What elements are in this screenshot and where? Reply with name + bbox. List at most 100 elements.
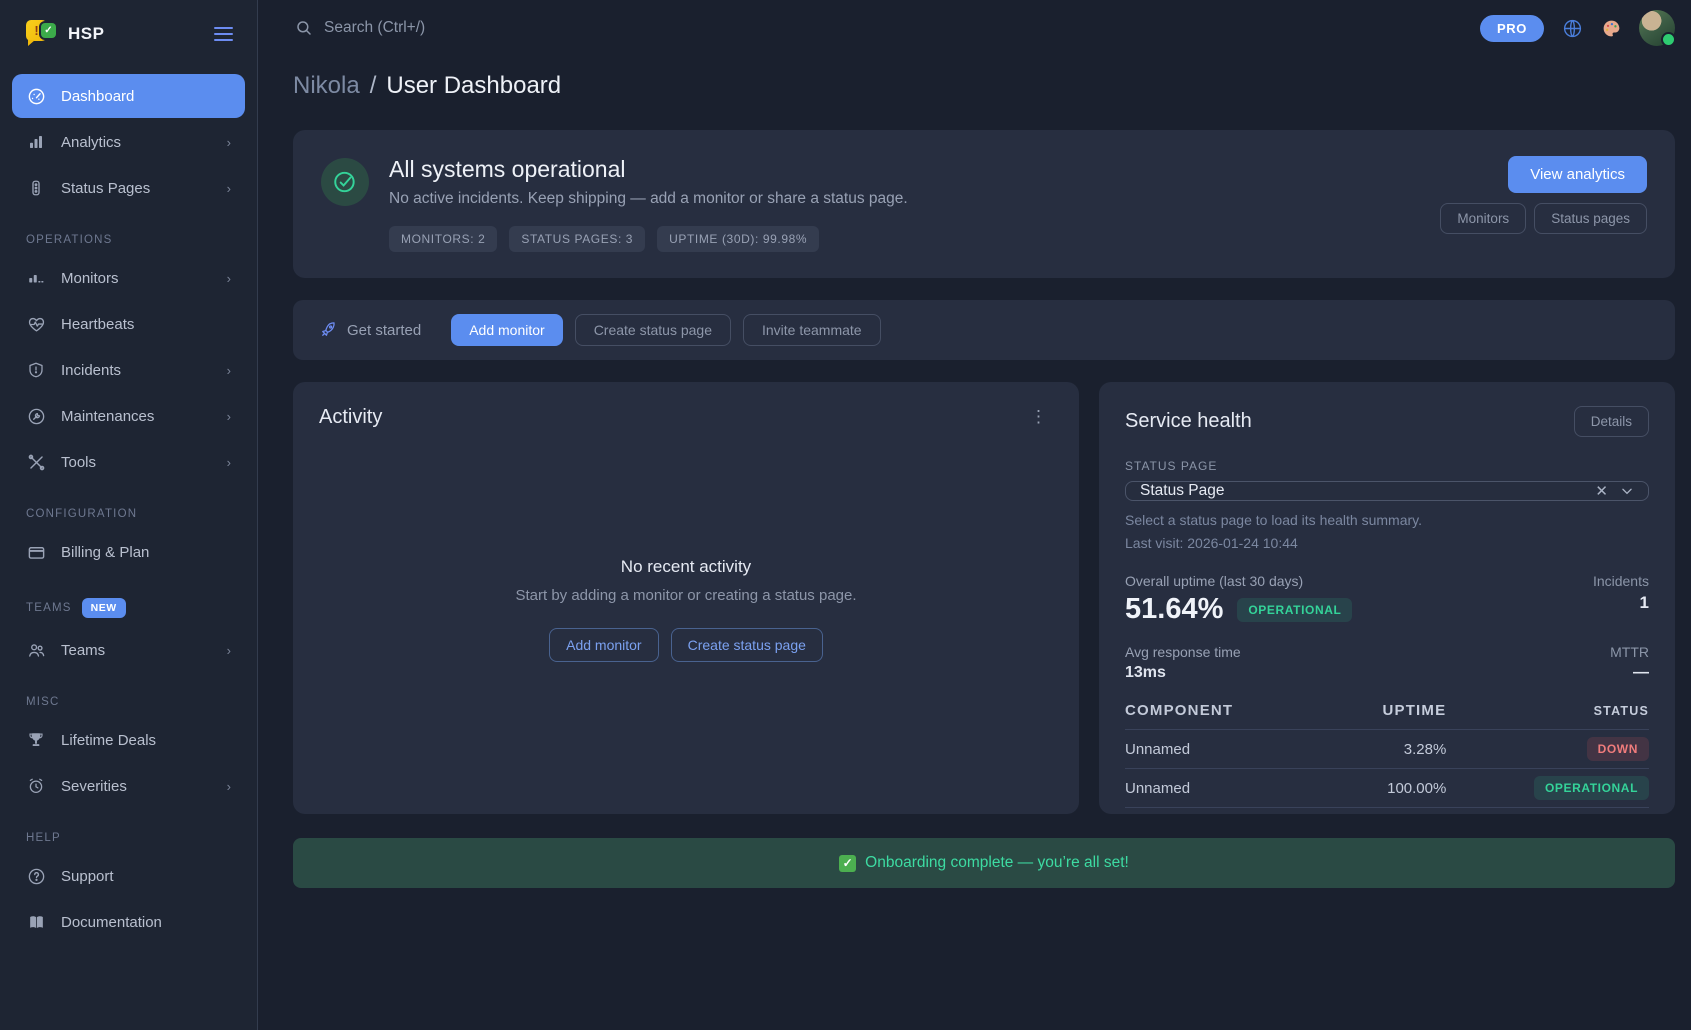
- chevron-right-icon: ›: [227, 409, 231, 424]
- hero-stat-chips: MONITORS: 2 STATUS PAGES: 3 UPTIME (30D)…: [389, 226, 1420, 252]
- mttr-label: MTTR: [1610, 644, 1649, 660]
- sidebar-section-configuration: CONFIGURATION: [12, 508, 245, 520]
- status-pages-button[interactable]: Status pages: [1534, 203, 1647, 234]
- components-table: COMPONENT UPTIME STATUS Unnamed 3.28% DO…: [1125, 696, 1649, 808]
- credit-card-icon: [26, 542, 46, 562]
- invite-teammate-button[interactable]: Invite teammate: [743, 314, 881, 346]
- table-header-row: COMPONENT UPTIME STATUS: [1125, 696, 1649, 730]
- empty-create-status-page-button[interactable]: Create status page: [671, 628, 823, 662]
- gauge-icon: [26, 86, 46, 106]
- component-uptime: 3.28%: [1326, 741, 1474, 758]
- service-health-card: Service health Details STATUS PAGE Statu…: [1099, 382, 1675, 814]
- sidebar-item-severities[interactable]: Severities ›: [12, 764, 245, 808]
- onboarding-message: Onboarding complete — you’re all set!: [865, 854, 1129, 872]
- chevron-right-icon: ›: [227, 181, 231, 196]
- sidebar-item-support[interactable]: Support: [12, 854, 245, 898]
- sidebar-item-incidents[interactable]: Incidents ›: [12, 348, 245, 392]
- pro-badge[interactable]: PRO: [1480, 15, 1544, 42]
- sidebar-section-help: HELP: [12, 832, 245, 844]
- chevron-down-icon[interactable]: [1620, 484, 1634, 498]
- sidebar-item-label: Support: [61, 868, 114, 885]
- add-monitor-button[interactable]: Add monitor: [451, 314, 562, 346]
- sidebar-item-label: Documentation: [61, 914, 162, 931]
- menu-toggle-icon[interactable]: [210, 23, 237, 45]
- table-row: Unnamed 3.28% DOWN: [1125, 730, 1649, 769]
- chevron-right-icon: ›: [227, 643, 231, 658]
- brand-name: HSP: [68, 24, 104, 44]
- language-globe-icon[interactable]: [1561, 17, 1583, 39]
- status-page-select[interactable]: Status Page ✕: [1125, 481, 1649, 501]
- create-status-page-button[interactable]: Create status page: [575, 314, 731, 346]
- sidebar-item-teams[interactable]: Teams ›: [12, 628, 245, 672]
- get-started-bar: Get started Add monitor Create status pa…: [293, 300, 1675, 360]
- monitors-button[interactable]: Monitors: [1440, 203, 1526, 234]
- avg-response-label: Avg response time: [1125, 644, 1241, 660]
- traffic-light-icon: [26, 178, 46, 198]
- service-health-title: Service health: [1125, 410, 1252, 433]
- search-input[interactable]: [324, 19, 644, 37]
- monitor-bars-icon: [26, 268, 46, 288]
- breadcrumb-parent[interactable]: Nikola: [293, 72, 360, 100]
- onboarding-banner: ✓ Onboarding complete — you’re all set!: [293, 838, 1675, 888]
- app-logo-icon: ! ✓: [26, 20, 56, 48]
- sidebar-item-label: Incidents: [61, 362, 121, 379]
- new-badge: NEW: [82, 598, 126, 618]
- chevron-right-icon: ›: [227, 363, 231, 378]
- chevron-right-icon: ›: [227, 271, 231, 286]
- status-page-field-label: STATUS PAGE: [1125, 459, 1649, 473]
- incidents-value: 1: [1593, 593, 1649, 613]
- search-bar: [293, 17, 1480, 39]
- users-icon: [26, 640, 46, 660]
- sidebar-item-dashboard[interactable]: Dashboard: [12, 74, 245, 118]
- sidebar-item-maintenances[interactable]: Maintenances ›: [12, 394, 245, 438]
- sidebar-item-monitors[interactable]: Monitors ›: [12, 256, 245, 300]
- sidebar-section-operations: OPERATIONS: [12, 234, 245, 246]
- sidebar-item-label: Analytics: [61, 134, 121, 151]
- empty-state-subtitle: Start by adding a monitor or creating a …: [515, 587, 856, 604]
- status-pages-count-chip: STATUS PAGES: 3: [509, 226, 645, 252]
- operational-status-badge: OPERATIONAL: [1237, 598, 1352, 622]
- last-visit-text: Last visit: 2026-01-24 10:44: [1125, 535, 1649, 551]
- component-name: Unnamed: [1125, 780, 1326, 797]
- kebab-menu-icon[interactable]: ⋮: [1024, 406, 1053, 427]
- empty-state-title: No recent activity: [621, 557, 751, 577]
- tools-icon: [26, 452, 46, 472]
- table-row: Unnamed 100.00% OPERATIONAL: [1125, 769, 1649, 808]
- check-box-icon: ✓: [839, 855, 856, 872]
- help-icon: [26, 866, 46, 886]
- sidebar-item-lifetime-deals[interactable]: Lifetime Deals: [12, 718, 245, 762]
- hero-title: All systems operational: [389, 156, 1420, 183]
- activity-empty-state: No recent activity Start by adding a mon…: [319, 429, 1053, 790]
- user-avatar[interactable]: [1639, 10, 1675, 46]
- topbar: PRO: [293, 0, 1675, 56]
- empty-add-monitor-button[interactable]: Add monitor: [549, 628, 658, 662]
- details-button[interactable]: Details: [1574, 406, 1649, 437]
- sidebar-item-label: Teams: [61, 642, 105, 659]
- select-helper-text: Select a status page to load its health …: [1125, 512, 1649, 528]
- sidebar-item-label: Monitors: [61, 270, 119, 287]
- hero-subtitle: No active incidents. Keep shipping — add…: [389, 190, 1420, 208]
- search-icon: [293, 17, 315, 39]
- status-page-select-value: Status Page: [1140, 482, 1224, 500]
- sidebar-item-label: Heartbeats: [61, 316, 134, 333]
- bar-chart-icon: [26, 132, 46, 152]
- theme-palette-icon[interactable]: [1600, 17, 1622, 39]
- sidebar-item-label: Status Pages: [61, 180, 150, 197]
- chevron-right-icon: ›: [227, 135, 231, 150]
- sidebar-item-documentation[interactable]: Documentation: [12, 900, 245, 944]
- sidebar-item-analytics[interactable]: Analytics ›: [12, 120, 245, 164]
- sidebar-item-heartbeats[interactable]: Heartbeats: [12, 302, 245, 346]
- sidebar-item-tools[interactable]: Tools ›: [12, 440, 245, 484]
- chevron-right-icon: ›: [227, 455, 231, 470]
- overall-uptime-value: 51.64%: [1125, 593, 1223, 626]
- view-analytics-button[interactable]: View analytics: [1508, 156, 1647, 193]
- uptime-header: UPTIME: [1326, 702, 1474, 719]
- clear-selection-icon[interactable]: ✕: [1595, 484, 1608, 499]
- chevron-right-icon: ›: [227, 779, 231, 794]
- sidebar-item-status-pages[interactable]: Status Pages ›: [12, 166, 245, 210]
- down-status-badge: DOWN: [1587, 737, 1649, 761]
- operational-status-badge: OPERATIONAL: [1534, 776, 1649, 800]
- sidebar-item-label: Lifetime Deals: [61, 732, 156, 749]
- sidebar-item-billing[interactable]: Billing & Plan: [12, 530, 245, 574]
- wrench-circle-icon: [26, 406, 46, 426]
